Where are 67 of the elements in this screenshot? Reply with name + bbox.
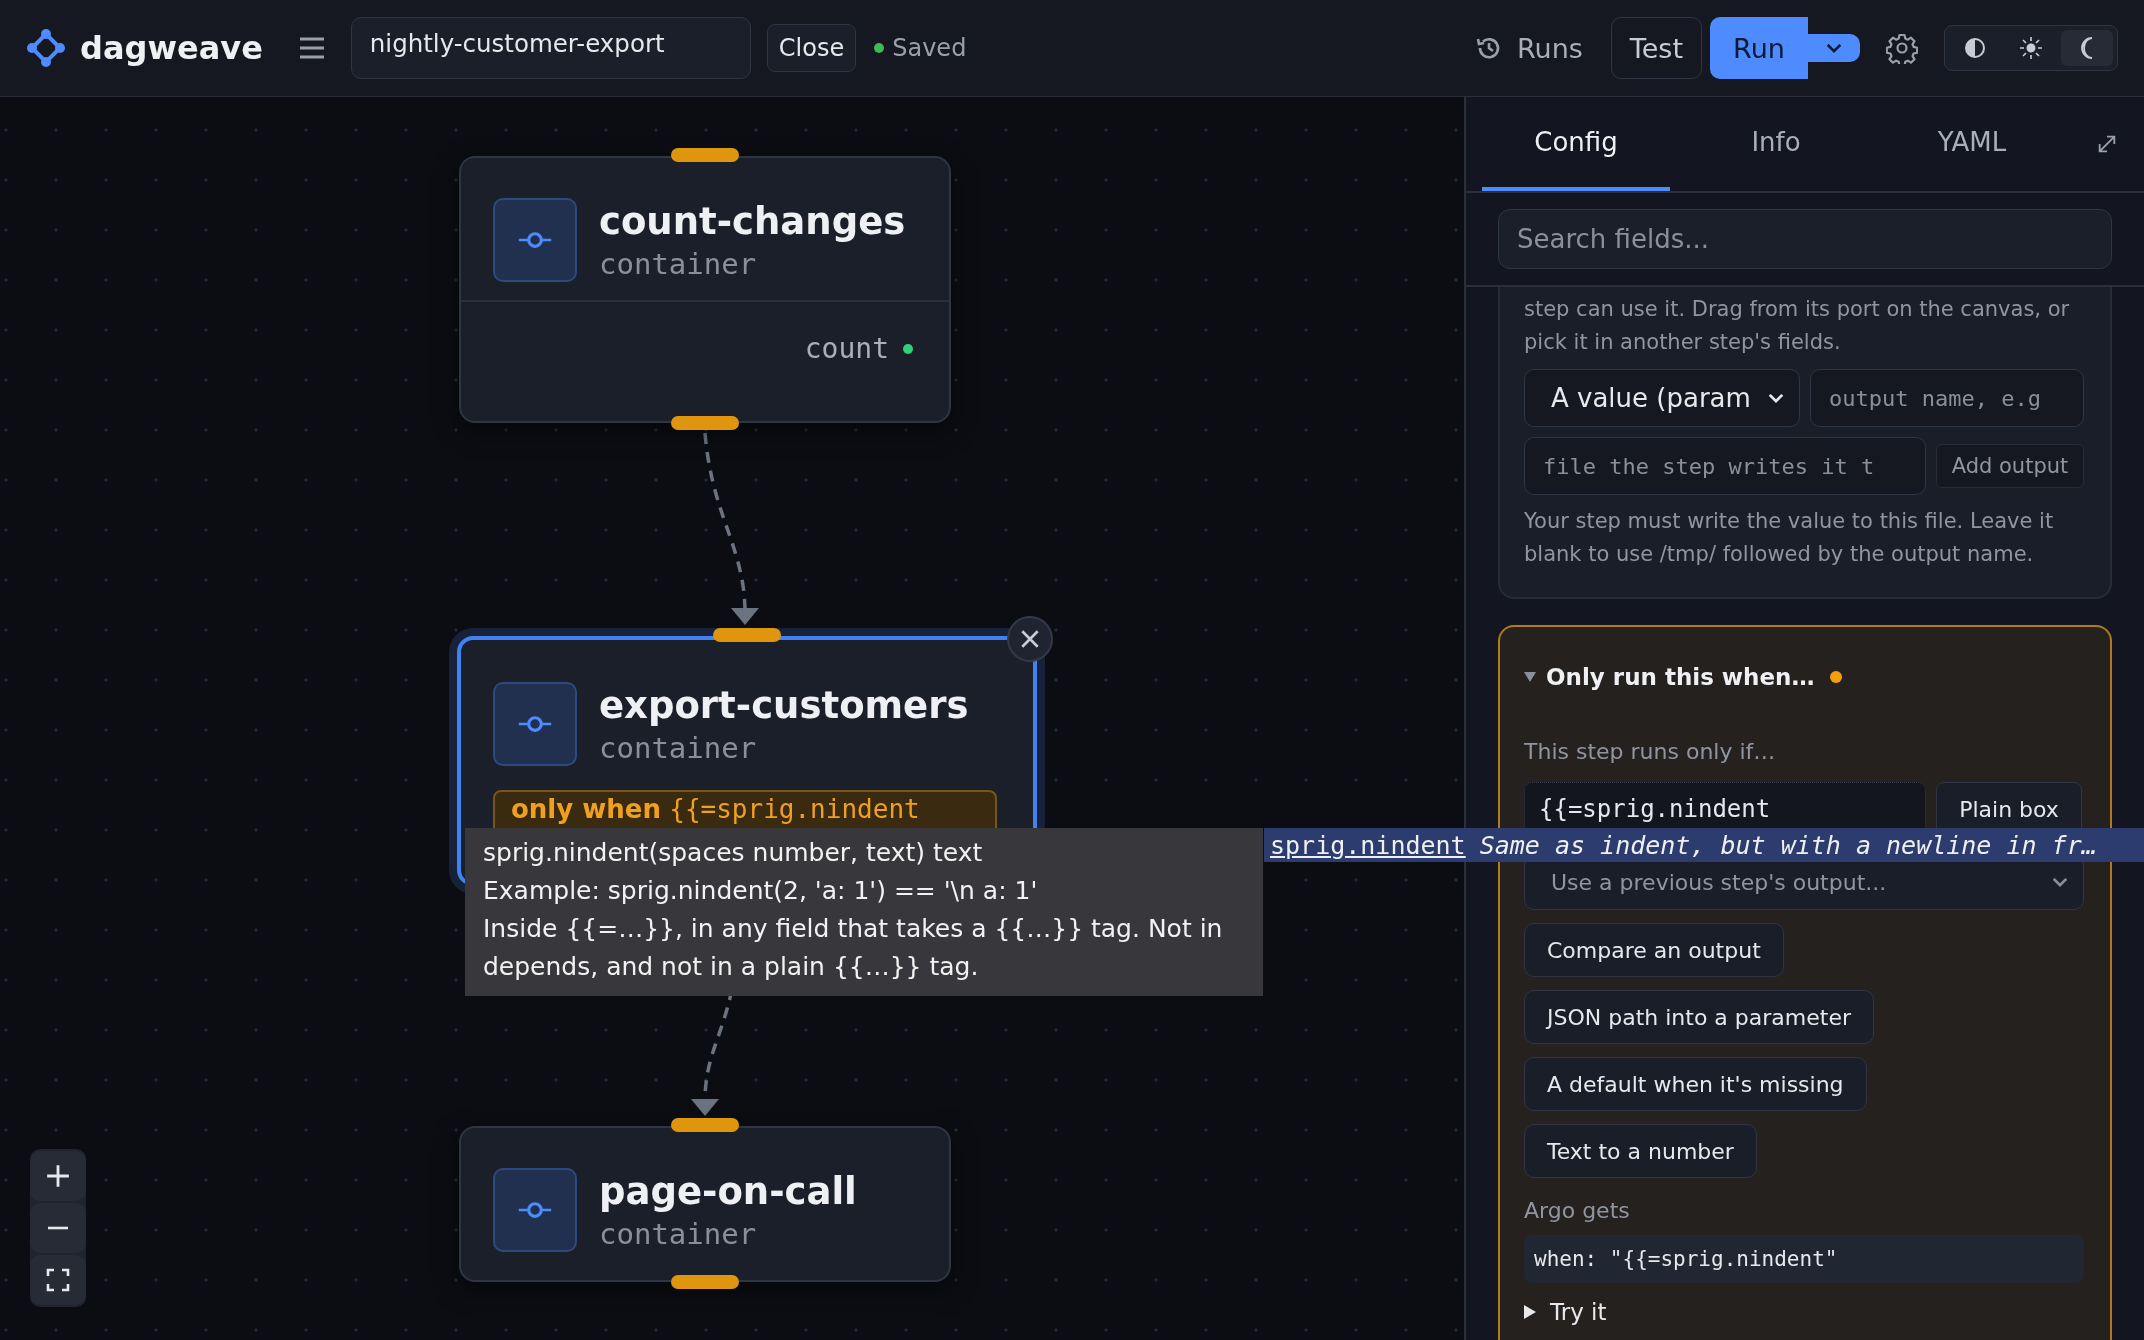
plus-icon [45,1163,71,1189]
logo-icon [26,28,66,68]
node-title: count-changes [599,199,906,243]
section-title[interactable]: Only run this when… [1546,664,1815,690]
output-name-field[interactable]: output name, e.g [1810,369,2084,427]
minus-icon [45,1226,71,1230]
runs-button[interactable]: Runs [1475,32,1583,64]
contrast-icon [1963,36,1987,60]
moon-icon [2081,37,2093,59]
node-type: container [599,730,758,765]
run-options-button[interactable] [1808,34,1860,62]
chevron-icon [1767,392,1785,404]
try-it-toggle[interactable]: Try it [1524,1299,1607,1325]
workflow-name-field[interactable]: nightly-customer-export [350,17,751,79]
helper-button[interactable]: Compare an output [1524,923,1784,977]
help-text: step can use it. Drag from its port on the canvas, or pick it in another step's fields. [1524,296,2071,356]
node-title: export-customers [599,683,969,727]
step-node[interactable]: count-changes container count [459,156,951,423]
output-port[interactable] [671,416,739,430]
chevron-icon [2051,876,2069,888]
result-code: when: "{{=sprig.nindent" [1524,1235,2084,1283]
test-button[interactable]: Test [1610,17,1702,79]
close-button[interactable]: Close [766,24,857,72]
input-port[interactable] [671,1118,739,1132]
remove-button[interactable] [1007,616,1053,662]
step-node[interactable]: page-on-call container [459,1126,951,1282]
input-port[interactable] [671,148,739,162]
caret-icon [1825,42,1843,54]
status-dot [874,43,885,53]
search-field[interactable]: Search fields... [1498,209,2112,269]
panel-tab[interactable]: YAML [1874,97,2070,191]
container-icon [493,682,577,766]
panel-tab[interactable]: Info [1678,97,1874,191]
add-output-button[interactable]: Add output [1936,444,2084,488]
save-status: Saved [892,34,967,62]
output-port[interactable] [671,1275,739,1289]
menu-icon[interactable] [298,37,325,59]
expand-icon[interactable] [2096,133,2118,155]
app-name: dagweave [80,29,263,67]
autocomplete-menu[interactable]: sprig.nindent Same as indent, but with a newline in fr… [1264,828,2144,862]
container-icon [493,1168,577,1252]
fit-view-button[interactable] [30,1255,86,1305]
output-name: count [804,332,889,365]
helper-button[interactable]: JSON path into a parameter [1524,990,1874,1044]
zoom-in-button[interactable] [30,1151,86,1201]
output-port[interactable] [903,343,913,354]
collapse-icon[interactable] [1524,672,1536,682]
input-port[interactable] [713,628,781,642]
sun-icon [2019,36,2043,60]
node-title: page-on-call [599,1169,857,1213]
helper-button[interactable]: Text to a number [1524,1124,1757,1178]
section-intro: This step runs only if… [1524,739,1776,764]
tooltip-note: Inside {{=…}}, in any field that takes a {{…}} tag. Not in depends, and not in a plain {{…}} tag. [483,913,1223,983]
output-path-field[interactable]: file the step writes it t [1524,437,1926,495]
node-type: container [599,1216,758,1251]
helper-button[interactable]: A default when it's missing [1524,1057,1867,1111]
output-kind-select[interactable]: A value (param [1524,369,1800,427]
theme-option[interactable] [2061,30,2113,66]
settings-icon[interactable] [1886,32,1918,64]
run-button[interactable]: Run [1710,17,1808,79]
fit-view-icon [46,1268,70,1292]
function-name: sprig.nindent [1270,830,1466,860]
close-icon [1019,628,1041,650]
result-label: Argo gets [1524,1198,1630,1223]
node-type: container [599,246,758,281]
help-text: Your step must write the value to this file. Leave it blank to use /tmp/ followed by the output name. [1524,508,2055,568]
container-icon [493,198,577,282]
